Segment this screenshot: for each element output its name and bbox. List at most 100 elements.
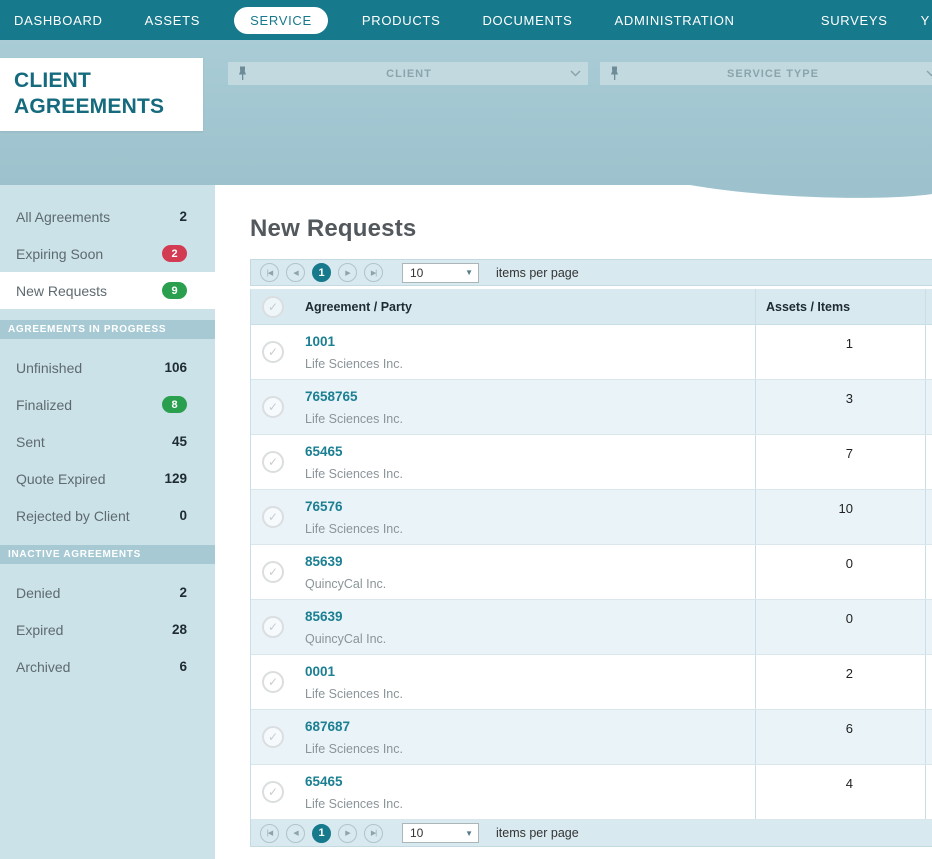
nav-item-surveys[interactable]: SURVEYS: [800, 13, 909, 28]
table-row[interactable]: ✓ 1001 Life Sciences Inc. 1: [251, 325, 932, 380]
sidebar-item-count: 0: [179, 508, 187, 523]
agreement-link[interactable]: 85639: [305, 609, 755, 624]
sidebar-item-sent[interactable]: Sent 45: [0, 423, 215, 460]
sidebar-item-new-requests[interactable]: New Requests 9: [0, 272, 215, 309]
extra-cell: [925, 435, 932, 489]
assets-count: 1: [755, 325, 925, 379]
last-page-button[interactable]: ▶|: [364, 823, 383, 843]
row-check-icon[interactable]: ✓: [262, 451, 284, 473]
page-size-select[interactable]: 10 ▼: [402, 262, 479, 283]
column-header-assets-items[interactable]: Assets / Items: [755, 289, 925, 324]
table-row[interactable]: ✓ 76576 Life Sciences Inc. 10: [251, 490, 932, 545]
items-per-page-label: items per page: [496, 826, 579, 840]
row-check-icon[interactable]: ✓: [262, 616, 284, 638]
top-navigation: DASHBOARD ASSETS SERVICE PRODUCTS DOCUME…: [0, 0, 932, 40]
agreement-link[interactable]: 76576: [305, 499, 755, 514]
agreement-link[interactable]: 85639: [305, 554, 755, 569]
chevron-down-icon[interactable]: [918, 70, 932, 77]
sidebar-item-denied[interactable]: Denied 2: [0, 574, 215, 611]
table-row[interactable]: ✓ 85639 QuincyCal Inc. 0: [251, 545, 932, 600]
count-badge: 9: [162, 282, 187, 299]
page-size-select[interactable]: 10 ▼: [402, 823, 479, 843]
service-type-filter-dropdown[interactable]: SERVICE TYPE: [600, 62, 932, 85]
sidebar-item-count: 129: [164, 471, 187, 486]
count-badge: 8: [162, 396, 187, 413]
agreement-link[interactable]: 0001: [305, 664, 755, 679]
party-name: Life Sciences Inc.: [305, 522, 403, 536]
extra-cell: [925, 545, 932, 599]
agreement-link[interactable]: 687687: [305, 719, 755, 734]
first-page-button[interactable]: |◀: [260, 823, 279, 843]
row-check-icon[interactable]: ✓: [262, 781, 284, 803]
agreement-link[interactable]: 65465: [305, 444, 755, 459]
extra-cell: [925, 765, 932, 819]
page-title: CLIENT AGREEMENTS: [0, 58, 203, 131]
row-check-icon[interactable]: ✓: [262, 726, 284, 748]
row-check-icon[interactable]: ✓: [262, 396, 284, 418]
sidebar-item-finalized[interactable]: Finalized 8: [0, 386, 215, 423]
chevron-down-icon[interactable]: [562, 70, 588, 77]
table-row[interactable]: ✓ 0001 Life Sciences Inc. 2: [251, 655, 932, 710]
sidebar-item-label: All Agreements: [16, 208, 111, 225]
select-all-check-icon[interactable]: ✓: [262, 295, 284, 318]
assets-count: 0: [755, 600, 925, 654]
row-check-icon[interactable]: ✓: [262, 561, 284, 583]
nav-item-documents[interactable]: DOCUMENTS: [461, 13, 593, 28]
party-name: Life Sciences Inc.: [305, 797, 403, 811]
column-header-agreement-party[interactable]: Agreement / Party: [295, 289, 755, 324]
row-check-icon[interactable]: ✓: [262, 341, 284, 363]
client-filter-dropdown[interactable]: CLIENT: [228, 62, 588, 85]
pin-icon[interactable]: [228, 66, 256, 81]
nav-item-clipped[interactable]: Y: [909, 13, 932, 28]
header-wave-decoration: [690, 185, 932, 198]
current-page-button[interactable]: 1: [312, 823, 331, 843]
assets-count: 10: [755, 490, 925, 544]
header-band: CLIENT AGREEMENTS CLIENT SERVICE TYPE: [0, 40, 932, 185]
sidebar-item-unfinished[interactable]: Unfinished 106: [0, 349, 215, 386]
sidebar-item-archived[interactable]: Archived 6: [0, 648, 215, 685]
row-check-icon[interactable]: ✓: [262, 506, 284, 528]
assets-count: 2: [755, 655, 925, 709]
filter-bar: CLIENT SERVICE TYPE: [228, 62, 932, 85]
assets-count: 0: [755, 545, 925, 599]
last-page-button[interactable]: ▶|: [364, 263, 383, 282]
sidebar-item-label: Finalized: [16, 396, 73, 413]
pin-icon[interactable]: [600, 66, 628, 81]
next-page-button[interactable]: ▶: [338, 263, 357, 282]
service-type-filter-label: SERVICE TYPE: [727, 67, 819, 80]
table-row[interactable]: ✓ 687687 Life Sciences Inc. 6: [251, 710, 932, 765]
agreement-link[interactable]: 7658765: [305, 389, 755, 404]
sidebar-item-expired[interactable]: Expired 28: [0, 611, 215, 648]
table-row[interactable]: ✓ 7658765 Life Sciences Inc. 3: [251, 380, 932, 435]
nav-item-assets[interactable]: ASSETS: [124, 13, 222, 28]
nav-item-products[interactable]: PRODUCTS: [341, 13, 462, 28]
table-row[interactable]: ✓ 65465 Life Sciences Inc. 7: [251, 435, 932, 490]
nav-item-dashboard[interactable]: DASHBOARD: [14, 13, 124, 28]
agreements-table: ✓ Agreement / Party Assets / Items ✓ 100…: [250, 289, 932, 820]
extra-cell: [925, 600, 932, 654]
prev-page-button[interactable]: ◀: [286, 263, 305, 282]
prev-page-button[interactable]: ◀: [286, 823, 305, 843]
agreement-link[interactable]: 1001: [305, 334, 755, 349]
sidebar-item-count: 2: [179, 209, 187, 224]
sidebar-item-all-agreements[interactable]: All Agreements 2: [0, 198, 215, 235]
pager-top: |◀ ◀ 1 ▶ ▶| 10 ▼ items per page: [250, 259, 932, 286]
sidebar-item-label: Unfinished: [16, 359, 83, 376]
table-row[interactable]: ✓ 65465 Life Sciences Inc. 4: [251, 765, 932, 820]
requests-grid: |◀ ◀ 1 ▶ ▶| 10 ▼ items per page ✓ Agreem…: [250, 259, 932, 847]
nav-item-administration[interactable]: ADMINISTRATION: [594, 13, 756, 28]
current-page-button[interactable]: 1: [312, 263, 331, 282]
first-page-button[interactable]: |◀: [260, 263, 279, 282]
sidebar-item-quote-expired[interactable]: Quote Expired 129: [0, 460, 215, 497]
nav-item-service[interactable]: SERVICE: [234, 6, 328, 34]
sidebar-item-label: Archived: [16, 658, 71, 675]
sidebar-item-expiring-soon[interactable]: Expiring Soon 2: [0, 235, 215, 272]
extra-cell: [925, 380, 932, 434]
next-page-button[interactable]: ▶: [338, 823, 357, 843]
agreement-link[interactable]: 65465: [305, 774, 755, 789]
page-size-value: 10: [410, 826, 424, 840]
table-row[interactable]: ✓ 85639 QuincyCal Inc. 0: [251, 600, 932, 655]
row-check-icon[interactable]: ✓: [262, 671, 284, 693]
sidebar-item-rejected-by-client[interactable]: Rejected by Client 0: [0, 497, 215, 534]
sidebar-item-count: 6: [179, 659, 187, 674]
